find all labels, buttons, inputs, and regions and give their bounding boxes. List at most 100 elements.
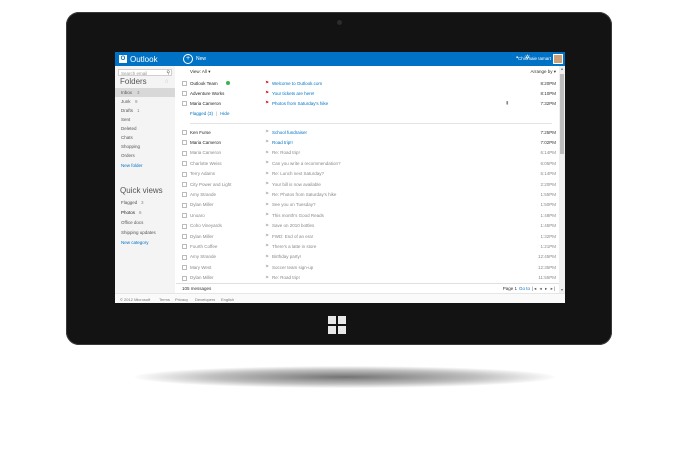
flag-icon[interactable]: ⚑ bbox=[265, 100, 269, 106]
scroll-up-icon[interactable]: ▴ bbox=[559, 66, 565, 72]
footer-link-privacy[interactable]: Privacy bbox=[175, 297, 188, 302]
table-row[interactable]: Dylan Miller ⚑ See you on Tuesday? 1:50PM bbox=[176, 200, 556, 210]
sidebar-item-junk[interactable]: Junk 9 bbox=[115, 97, 175, 106]
row-subject: FWD: End of an era! bbox=[272, 233, 314, 239]
flag-icon[interactable]: ⚑ bbox=[265, 233, 269, 239]
table-row[interactable]: Unoaro ⚑ This month's Good Reads 1:48PM bbox=[176, 210, 556, 220]
user-name[interactable]: Chinmaie Iamart bbox=[518, 56, 551, 61]
row-checkbox[interactable] bbox=[182, 213, 187, 219]
top-bar: O Outlook + New ▪ ✲ Chinmaie Iamart bbox=[115, 52, 565, 66]
sidebar-item-flagged[interactable]: Flagged 3 bbox=[115, 198, 175, 207]
add-folder-icon[interactable]: ◌ bbox=[165, 79, 169, 85]
table-row[interactable]: City Power and Light ⚑ Your bill is now av… bbox=[176, 179, 556, 189]
row-checkbox[interactable] bbox=[182, 244, 187, 250]
search-icon[interactable]: ⚲ bbox=[166, 70, 170, 76]
table-row[interactable]: Coho Vineyards ⚑ Save on 2010 bottles 1:45P… bbox=[176, 221, 556, 231]
table-row[interactable]: Ken Furse ⚑ School fundraiser 7:25PM bbox=[176, 127, 556, 137]
row-subject: School fundraiser bbox=[272, 129, 308, 135]
flag-icon[interactable]: ⚑ bbox=[265, 202, 269, 208]
row-checkbox[interactable] bbox=[182, 171, 187, 177]
sidebar-item-photos[interactable]: Photos 6 bbox=[115, 208, 175, 217]
table-row[interactable]: Fourth Coffee ⚑ There's a latte in store 1:… bbox=[176, 241, 556, 251]
flag-icon[interactable]: ⚑ bbox=[265, 90, 269, 96]
view-filter[interactable]: View: All ▾ bbox=[190, 69, 210, 75]
sidebar-item-inbox[interactable]: Inbox 3 bbox=[115, 88, 175, 97]
sidebar-item-office-docs[interactable]: Office docs bbox=[115, 218, 175, 227]
scrollbar[interactable]: ▴ ▾ bbox=[559, 66, 565, 293]
row-subject: See you on Tuesday? bbox=[272, 202, 316, 208]
footer-link-language[interactable]: English bbox=[221, 297, 234, 302]
brand[interactable]: O Outlook bbox=[119, 54, 158, 64]
flag-icon[interactable]: ⚑ bbox=[265, 243, 269, 249]
footer-link-developers[interactable]: Developers bbox=[195, 297, 215, 302]
row-checkbox[interactable] bbox=[182, 254, 187, 260]
pager-nav[interactable]: |◂ ◂ ▸ ▸| bbox=[532, 286, 556, 292]
sidebar-item-orders[interactable]: Orders bbox=[115, 151, 175, 160]
row-checkbox[interactable] bbox=[182, 150, 187, 156]
new-folder-link[interactable]: New folder bbox=[115, 161, 175, 170]
windows-logo-icon[interactable] bbox=[328, 316, 346, 334]
flag-icon[interactable]: ⚑ bbox=[265, 171, 269, 177]
sidebar-item-chats[interactable]: Chats bbox=[115, 133, 175, 142]
row-from: Fourth Coffee bbox=[190, 243, 218, 249]
sidebar-item-shopping[interactable]: Shopping bbox=[115, 142, 175, 151]
table-row[interactable]: Dylan Miller ⚑ FWD: End of an era! 1:32PM bbox=[176, 231, 556, 241]
row-checkbox[interactable] bbox=[182, 182, 187, 187]
flag-icon[interactable]: ⚑ bbox=[265, 264, 269, 270]
table-row[interactable]: Maria Cameron ⚑ Photos from Saturday's h… bbox=[176, 98, 556, 108]
table-row[interactable]: Terry Adams ⚑ Re: Lunch next Saturday? 5:14… bbox=[176, 169, 556, 179]
row-subject: Your bill is now available bbox=[272, 181, 321, 187]
flag-icon[interactable]: ⚑ bbox=[265, 160, 269, 166]
row-from: Dylan Miller bbox=[190, 202, 214, 208]
outlook-logo-icon: O bbox=[119, 55, 127, 63]
table-row[interactable]: Adventure Works ⚑ Your tickets are here!… bbox=[176, 88, 556, 98]
flag-icon[interactable]: ⚑ bbox=[265, 139, 269, 145]
flagged-link[interactable]: Flagged (3) bbox=[190, 111, 213, 116]
new-button[interactable]: + New bbox=[183, 54, 206, 64]
row-checkbox[interactable] bbox=[182, 202, 187, 208]
goto-link[interactable]: Go to bbox=[519, 286, 530, 291]
scrollbar-thumb[interactable] bbox=[560, 74, 564, 154]
sidebar-item-deleted[interactable]: Deleted bbox=[115, 124, 175, 133]
new-category-link[interactable]: New category bbox=[115, 238, 175, 247]
row-checkbox[interactable] bbox=[182, 192, 187, 198]
flag-icon[interactable]: ⚑ bbox=[265, 212, 269, 218]
row-checkbox[interactable] bbox=[182, 161, 187, 167]
row-checkbox[interactable] bbox=[182, 223, 187, 229]
sidebar-item-shipping-updates[interactable]: Shipping updates bbox=[115, 228, 175, 237]
hide-link[interactable]: Hide bbox=[220, 111, 229, 116]
avatar[interactable] bbox=[553, 54, 563, 64]
table-row[interactable]: Amy Strande ⚑ Birthday party! 12:45PM bbox=[176, 252, 556, 262]
row-checkbox[interactable] bbox=[182, 130, 187, 135]
row-checkbox[interactable] bbox=[182, 140, 187, 146]
flag-icon[interactable]: ⚑ bbox=[265, 150, 269, 156]
table-row[interactable]: Charlotte Weiss ⚑ Can you write a recommen… bbox=[176, 158, 556, 168]
flag-icon[interactable]: ⚑ bbox=[265, 223, 269, 229]
flag-icon[interactable]: ⚑ bbox=[265, 80, 269, 86]
flag-icon[interactable]: ⚑ bbox=[265, 181, 269, 187]
footer-link-terms[interactable]: Terms bbox=[159, 297, 170, 302]
row-checkbox[interactable] bbox=[182, 91, 187, 96]
flag-icon[interactable]: ⚑ bbox=[265, 191, 269, 197]
search-input[interactable]: Search email ⚲ bbox=[118, 69, 172, 76]
row-checkbox[interactable] bbox=[182, 265, 187, 271]
table-row[interactable]: Maria Cameron ⚑ Re: Road trip! 6:14PM bbox=[176, 148, 556, 158]
table-row[interactable]: Maria Cameron ⚑ Road trip!! 7:02PM bbox=[176, 137, 556, 147]
row-checkbox[interactable] bbox=[182, 275, 187, 281]
table-row[interactable]: Outlook Team ⚑ Welcome to Outlook.com 8:… bbox=[176, 78, 556, 88]
sidebar-item-drafts[interactable]: Drafts 1 bbox=[115, 106, 175, 115]
table-row[interactable]: Amy Strande ⚑ Re: Photos from Saturday's h… bbox=[176, 189, 556, 199]
flag-icon[interactable]: ⚑ bbox=[265, 254, 269, 260]
folder-label: Deleted bbox=[121, 126, 137, 131]
table-row[interactable]: Mary West ⚑ Soccer team sign-up 12:35PM bbox=[176, 262, 556, 272]
row-from: Adventure Works bbox=[190, 90, 225, 96]
flag-icon[interactable]: ⚑ bbox=[265, 129, 269, 135]
row-checkbox[interactable] bbox=[182, 81, 187, 86]
sidebar-item-sent[interactable]: Sent bbox=[115, 115, 175, 124]
table-row[interactable]: Dylan Miller ⚑ Re: Road trip! 11:55PM bbox=[176, 273, 556, 283]
flag-icon[interactable]: ⚑ bbox=[265, 275, 269, 281]
row-checkbox[interactable] bbox=[182, 234, 187, 239]
row-from: Mary West bbox=[190, 264, 212, 270]
arrange-by[interactable]: Arrange by ▾ bbox=[530, 69, 556, 75]
row-checkbox[interactable] bbox=[182, 101, 187, 106]
